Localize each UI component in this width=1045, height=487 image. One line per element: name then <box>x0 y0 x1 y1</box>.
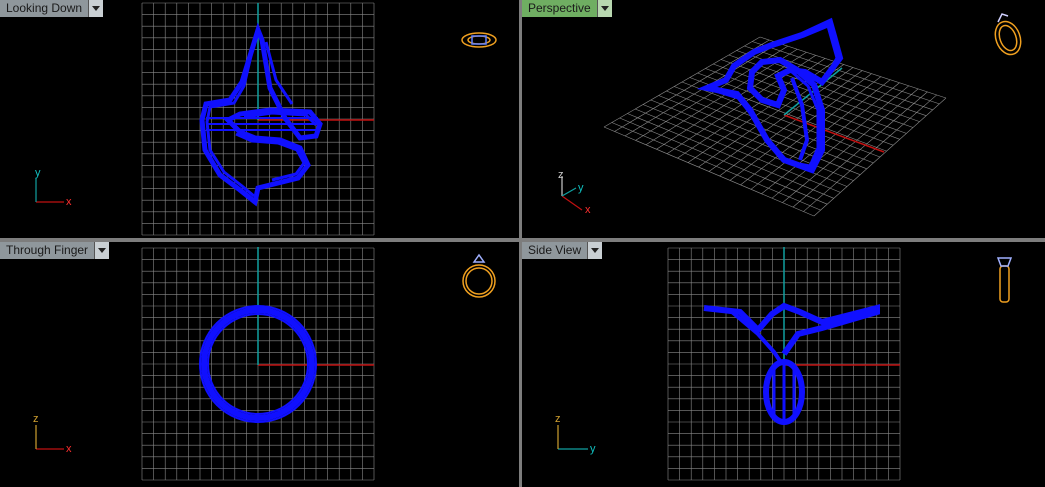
ring-model-top <box>199 22 323 207</box>
viewport-looking-down[interactable]: Looking Down x y <box>0 0 519 238</box>
axis-label-h: x <box>66 196 72 208</box>
axis-label-h: y <box>590 443 596 455</box>
viewport-side-view[interactable]: Side View y z <box>522 242 1045 487</box>
axis-label-z: z <box>558 169 564 181</box>
axis-triad <box>35 178 64 203</box>
viewport-title-bar[interactable]: Looking Down <box>0 0 104 17</box>
axis-label-x: x <box>585 204 591 216</box>
viewport-canvas[interactable]: z y x <box>522 0 1045 238</box>
viewport-title-bar[interactable]: Through Finger <box>0 242 110 259</box>
axis-triad <box>557 425 588 450</box>
viewport-menu-dropdown-icon[interactable] <box>88 0 104 17</box>
axis-label-y: y <box>578 182 584 194</box>
ring-model-perspective <box>696 17 844 174</box>
ring-perspective-icon[interactable] <box>991 13 1025 58</box>
viewport-canvas[interactable]: x z <box>0 242 519 487</box>
axis-triad <box>35 425 64 450</box>
ring-front-icon[interactable] <box>462 253 496 298</box>
viewport-perspective[interactable]: Perspective z y x <box>522 0 1045 238</box>
axis-label-v: z <box>555 413 561 425</box>
x-axis-line <box>783 114 885 153</box>
viewport-title-bar[interactable]: Perspective <box>522 0 612 17</box>
viewport-title[interactable]: Through Finger <box>0 242 95 259</box>
axis-label-h: x <box>66 443 72 455</box>
viewport-menu-dropdown-icon[interactable] <box>596 0 612 17</box>
ring-side-icon[interactable] <box>996 257 1013 303</box>
viewport-canvas[interactable]: x y <box>0 0 519 238</box>
viewport-title[interactable]: Perspective <box>522 0 597 17</box>
viewport-menu-dropdown-icon[interactable] <box>94 242 110 259</box>
axis-label-v: z <box>33 413 39 425</box>
perspective-grid <box>603 36 947 217</box>
ring-top-icon[interactable] <box>461 32 497 48</box>
axis-label-v: y <box>35 167 41 179</box>
viewport-menu-dropdown-icon[interactable] <box>587 242 603 259</box>
viewport-title[interactable]: Side View <box>522 242 588 259</box>
viewport-title[interactable]: Looking Down <box>0 0 89 17</box>
viewport-title-bar[interactable]: Side View <box>522 242 603 259</box>
viewport-canvas[interactable]: y z <box>522 242 1045 487</box>
viewport-through-finger[interactable]: Through Finger x z <box>0 242 519 487</box>
